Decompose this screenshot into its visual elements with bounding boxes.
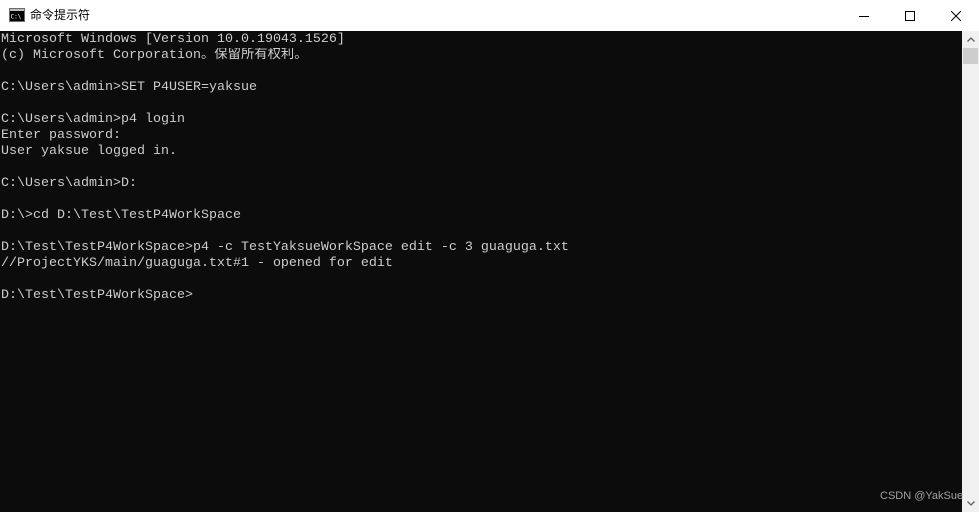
- console-line: D:\Test\TestP4WorkSpace>p4 -c TestYaksue…: [1, 240, 569, 255]
- console-line: C:\Users\admin>D:: [1, 176, 137, 191]
- console-line: Microsoft Windows [Version 10.0.19043.15…: [1, 32, 345, 47]
- minimize-button[interactable]: [841, 0, 887, 31]
- console-line: C:\Users\admin>p4 login: [1, 112, 185, 127]
- console-output[interactable]: Microsoft Windows [Version 10.0.19043.15…: [0, 31, 962, 512]
- close-button[interactable]: [933, 0, 979, 31]
- cmd-icon[interactable]: C:\: [9, 8, 25, 22]
- scroll-up-button[interactable]: [962, 31, 979, 48]
- console-line: (c) Microsoft Corporation。保留所有权利。: [1, 48, 308, 63]
- window-title: 命令提示符: [30, 8, 91, 22]
- scroll-thumb[interactable]: [963, 48, 978, 64]
- title-bar[interactable]: C:\ 命令提示符: [0, 0, 979, 31]
- console-line: //ProjectYKS/main/guaguga.txt#1 - opened…: [1, 256, 393, 271]
- minimize-icon: [859, 15, 869, 17]
- maximize-button[interactable]: [887, 0, 933, 31]
- close-icon: [951, 10, 961, 21]
- vertical-scrollbar[interactable]: [962, 31, 979, 512]
- scroll-down-button[interactable]: [962, 495, 979, 512]
- console-line: User yaksue logged in.: [1, 144, 177, 159]
- watermark: CSDN @YakSue: [880, 490, 964, 502]
- chevron-down-icon: [966, 501, 975, 506]
- console-line: D:\>cd D:\Test\TestP4WorkSpace: [1, 208, 241, 223]
- maximize-icon: [905, 10, 915, 21]
- cmd-window: C:\ 命令提示符 Microsoft Windows [Version 10.…: [0, 0, 979, 512]
- console-prompt[interactable]: D:\Test\TestP4WorkSpace>: [1, 288, 962, 304]
- cmd-icon-label: C:\: [11, 14, 22, 21]
- console-line: Enter password:: [1, 128, 121, 143]
- scroll-track[interactable]: [962, 48, 979, 495]
- chevron-up-icon: [966, 37, 975, 42]
- console-line: C:\Users\admin>SET P4USER=yaksue: [1, 80, 257, 95]
